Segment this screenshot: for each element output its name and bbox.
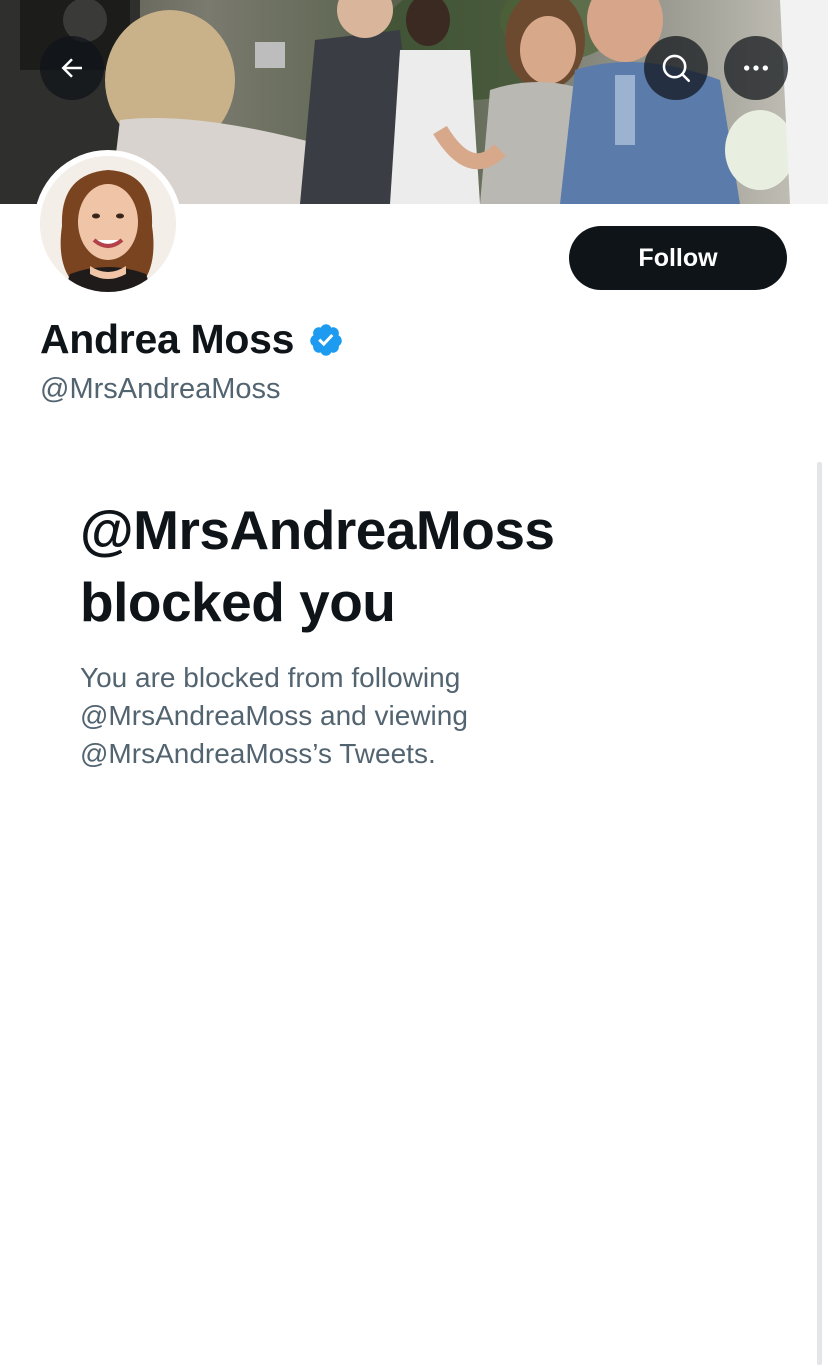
search-button[interactable]: [644, 36, 708, 100]
profile-avatar[interactable]: [34, 150, 182, 298]
blocked-description-line: You are blocked from following: [80, 662, 461, 693]
blocked-description: You are blocked from following @MrsAndre…: [80, 659, 600, 773]
blocked-title-text: blocked you: [80, 571, 396, 633]
arrow-left-icon: [61, 58, 82, 78]
back-button[interactable]: [40, 36, 104, 100]
profile-handle: @MrsAndreaMoss: [40, 373, 281, 405]
avatar-image: [40, 156, 176, 292]
verified-badge-icon[interactable]: [308, 322, 344, 358]
search-icon: [662, 54, 691, 83]
blocked-title: @MrsAndreaMoss blocked you: [80, 494, 780, 638]
ellipsis-icon: [744, 65, 768, 71]
scrollbar[interactable]: [817, 462, 822, 1365]
more-options-button[interactable]: [724, 36, 788, 100]
display-name: Andrea Moss: [40, 316, 295, 362]
follow-button[interactable]: Follow: [569, 226, 787, 290]
display-name-row: Andrea Moss: [40, 316, 344, 363]
blocked-description-line: @MrsAndreaMoss and viewing: [80, 700, 468, 731]
blocked-title-handle: @MrsAndreaMoss: [80, 499, 555, 561]
blocked-description-line: @MrsAndreaMoss’s Tweets.: [80, 738, 436, 769]
